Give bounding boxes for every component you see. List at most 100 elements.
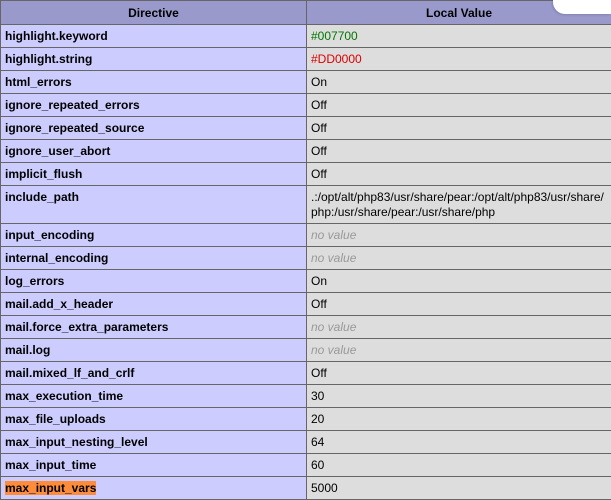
local-value-cell: no value [306,246,611,270]
directive-name: mail.mixed_lf_and_crlf [5,365,135,380]
local-value-cell: 64 [306,430,611,454]
local-value: Off [311,97,327,112]
directive-cell: mail.force_extra_parameters [0,315,307,339]
local-value: 64 [311,434,325,449]
directive-name: max_file_uploads [5,411,106,426]
table-row: log_errors On [0,269,611,293]
local-value-cell: On [306,269,611,293]
local-value: 20 [311,411,325,426]
local-value-cell: Off [306,93,611,117]
directive-name: highlight.keyword [5,28,108,43]
directive-name: input_encoding [5,227,95,242]
local-value: .:/opt/alt/php83/usr/share/pear:/opt/alt… [311,190,604,219]
local-value-cell: Off [306,139,611,163]
directive-name: max_execution_time [5,388,124,403]
directive-name: max_input_vars [5,480,97,495]
table-row: internal_encoding no value [0,246,611,270]
table-row: mail.log no value [0,338,611,362]
table-header-row: Directive Local Value [0,0,611,25]
table-row: include_path .:/opt/alt/php83/usr/share/p… [0,185,611,224]
directive-name: html_errors [5,74,72,89]
local-value-cell: no value [306,223,611,247]
local-value-cell: 30 [306,384,611,408]
directive-name: log_errors [5,273,65,288]
local-value: Off [311,296,327,311]
local-value-cell: 60 [306,453,611,477]
directive-cell: html_errors [0,70,307,94]
table-row: input_encoding no value [0,223,611,247]
directive-name: internal_encoding [5,250,109,265]
local-value-cell: Off [306,162,611,186]
directive-name: ignore_user_abort [5,143,111,158]
php-config-table: Directive Local Value highlight.keyword #… [0,0,611,500]
directive-name: mail.log [5,342,51,357]
local-value: #DD0000 [311,51,362,66]
local-value-cell: Off [306,361,611,385]
table-row: highlight.keyword #007700 [0,24,611,48]
no-value-text: no value [311,250,357,265]
directive-name: implicit_flush [5,166,83,181]
local-value-cell: On [306,70,611,94]
table-row: max_input_nesting_level 64 [0,430,611,454]
directive-name: mail.force_extra_parameters [5,319,169,334]
local-value: 5000 [311,480,338,495]
directive-cell: mail.mixed_lf_and_crlf [0,361,307,385]
table-row: max_execution_time 30 [0,384,611,408]
table-row: ignore_repeated_errors Off [0,93,611,117]
local-value: Off [311,365,327,380]
local-value: #007700 [311,28,358,43]
local-value: Off [311,143,327,158]
local-value: On [311,273,328,288]
directive-cell: implicit_flush [0,162,307,186]
local-value-cell: .:/opt/alt/php83/usr/share/pear:/opt/alt… [306,185,611,224]
directive-name: include_path [5,190,80,204]
directive-cell: mail.add_x_header [0,292,307,316]
local-value: On [311,74,328,89]
local-value-cell: #DD0000 [306,47,611,71]
local-value: 60 [311,457,325,472]
table-row: implicit_flush Off [0,162,611,186]
directive-cell: max_file_uploads [0,407,307,431]
local-value: 30 [311,388,325,403]
local-value-cell: no value [306,338,611,362]
directive-cell: log_errors [0,269,307,293]
directive-cell: internal_encoding [0,246,307,270]
local-value-cell: Off [306,116,611,140]
directive-cell: include_path [0,185,307,224]
directive-column-header: Directive [0,0,307,25]
local-value-cell: #007700 [306,24,611,48]
table-row: mail.force_extra_parameters no value [0,315,611,339]
table-row: ignore_repeated_source Off [0,116,611,140]
local-value: Off [311,120,327,135]
directive-name: max_input_time [5,457,97,472]
table-row: highlight.string #DD0000 [0,47,611,71]
directive-cell: highlight.string [0,47,307,71]
directive-name: mail.add_x_header [5,296,114,311]
directive-cell: max_input_vars [0,476,307,500]
no-value-text: no value [311,342,357,357]
directive-cell: ignore_user_abort [0,139,307,163]
local-value-cell: no value [306,315,611,339]
table-row: max_input_vars 5000 [0,476,611,500]
local-value-cell: 20 [306,407,611,431]
table-row: max_input_time 60 [0,453,611,477]
table-row: html_errors On [0,70,611,94]
table-row: max_file_uploads 20 [0,407,611,431]
directive-cell: max_execution_time [0,384,307,408]
table-row: mail.mixed_lf_and_crlf Off [0,361,611,385]
directive-cell: mail.log [0,338,307,362]
directive-cell: highlight.keyword [0,24,307,48]
directive-cell: max_input_time [0,453,307,477]
no-value-text: no value [311,319,357,334]
local-value-cell: 5000 [306,476,611,500]
directive-cell: ignore_repeated_source [0,116,307,140]
directive-cell: ignore_repeated_errors [0,93,307,117]
local-value: Off [311,166,327,181]
local-value-cell: Off [306,292,611,316]
table-row: mail.add_x_header Off [0,292,611,316]
directive-name: ignore_repeated_errors [5,97,140,112]
table-row: ignore_user_abort Off [0,139,611,163]
top-right-overlay-tab [553,0,611,14]
directive-cell: max_input_nesting_level [0,430,307,454]
directive-name: max_input_nesting_level [5,434,148,449]
